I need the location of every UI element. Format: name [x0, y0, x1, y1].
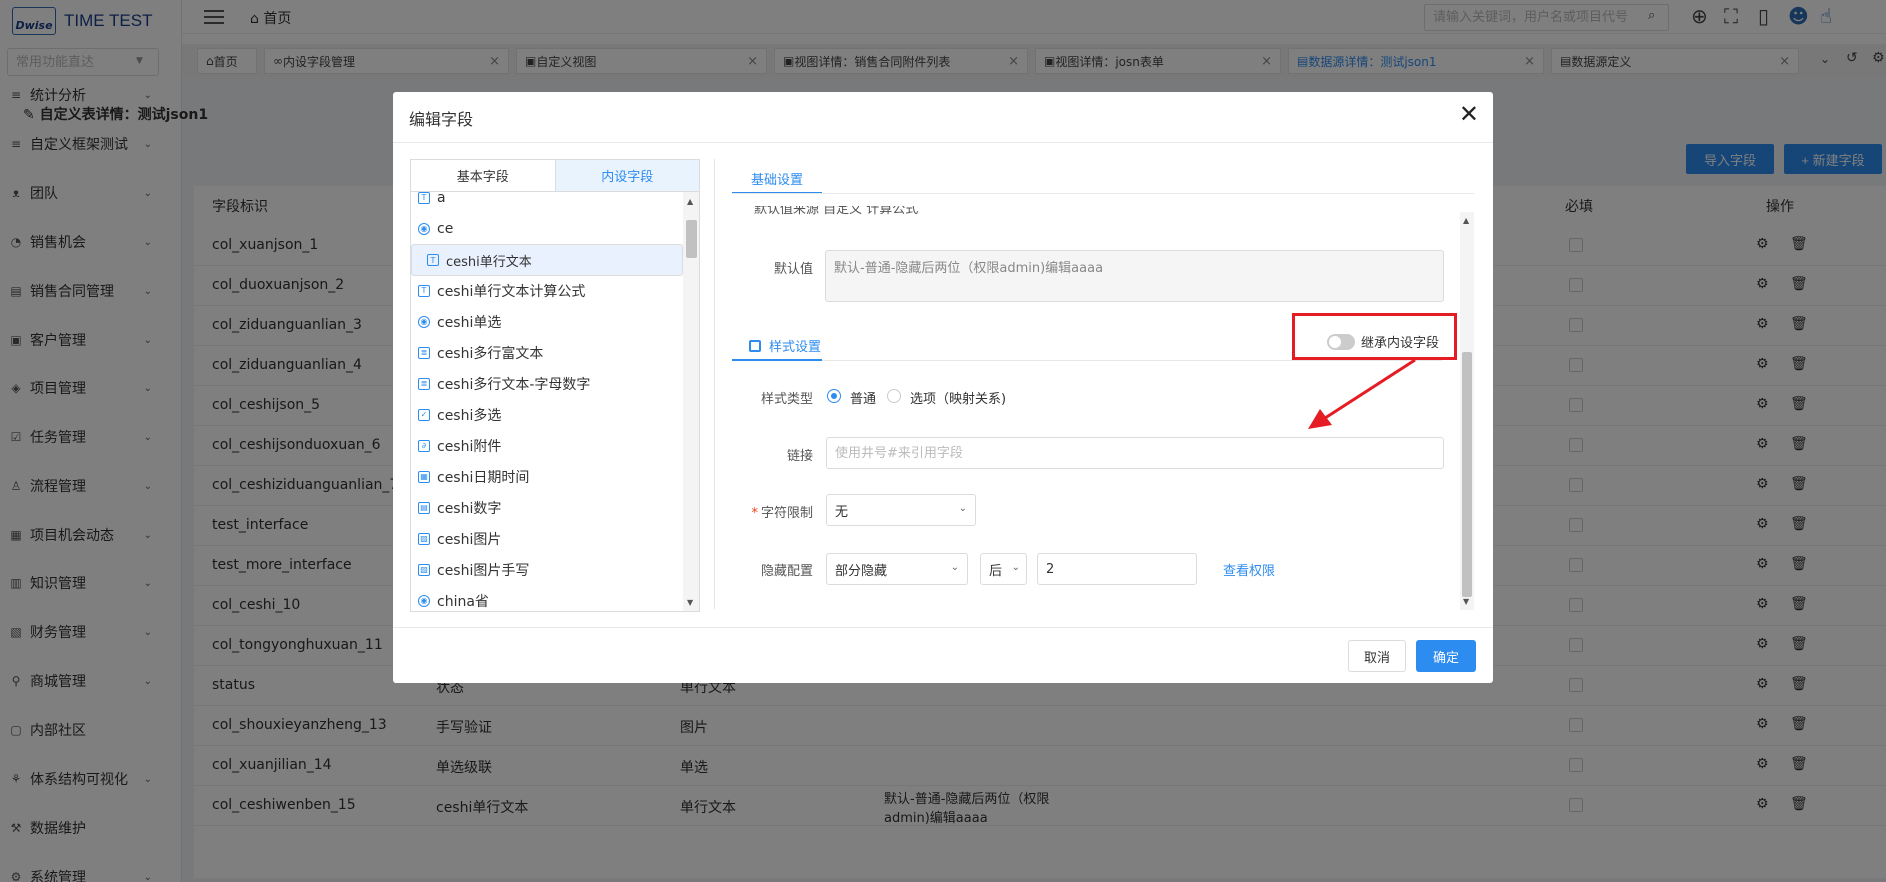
scroll-up-icon[interactable]: ▲ [1463, 216, 1469, 225]
builtin-field-label: ceshi多行富文本 [437, 345, 544, 362]
builtin-field-item[interactable]: ✓ ceshi多选 [411, 399, 683, 430]
scroll-thumb[interactable] [686, 220, 697, 258]
chevron-down-icon: ⌄ [950, 562, 959, 573]
radio-normal-label: 普通 [850, 392, 877, 407]
builtin-field-label: ceshi单选 [437, 314, 502, 331]
scroll-down-icon[interactable]: ▼ [1463, 597, 1469, 606]
builtin-field-label: ceshi图片 [437, 531, 502, 548]
section-title: 样式设置 [769, 340, 822, 355]
char-limit-label-text: 字符限制 [760, 506, 813, 521]
builtin-field-item[interactable]: ◉ ceshi单选 [411, 306, 683, 337]
partial-row-text: 默认值来源 自定义 计算公式 [754, 206, 919, 217]
settings-scrollbar[interactable]: ▲ ▼ [1460, 212, 1474, 610]
dialog-title: 编辑字段 [409, 110, 474, 129]
hide-mode-select[interactable]: 部分隐藏 ⌄ [826, 553, 968, 585]
radio-icon: ◉ [418, 594, 430, 607]
scroll-down-icon[interactable]: ▼ [687, 598, 693, 607]
number-icon: ▤ [418, 501, 430, 514]
scroll-thumb[interactable] [1462, 352, 1472, 597]
builtin-field-item[interactable]: Tceshi单行文本计算公式 [411, 275, 683, 306]
text-icon: T [418, 284, 430, 297]
attachment-icon: ∂ [418, 439, 430, 452]
builtin-field-item[interactable]: ◉ ce [411, 213, 683, 244]
section-underline [732, 359, 822, 361]
builtin-field-label: ceshi多选 [437, 407, 502, 424]
highlight-box [1292, 313, 1457, 360]
tab-basic-settings[interactable]: 基础设置 [732, 164, 822, 194]
radio-icon: ◉ [418, 315, 430, 328]
hide-direction-select[interactable]: 后 ⌄ [980, 553, 1027, 585]
list-scrollbar[interactable]: ▲ ▼ [683, 192, 699, 611]
radio-options-mapping[interactable] [887, 389, 901, 403]
hide-count-input[interactable] [1037, 553, 1197, 585]
builtin-field-item[interactable]: ▤ ceshi数字 [411, 492, 683, 523]
builtin-field-list: Ta ◉ ce Tceshi单行文本 Tceshi单行文本计算公式 ◉ ceshi单选 ≣ ce… [410, 192, 700, 612]
chevron-down-icon: ⌄ [958, 503, 967, 514]
hide-direction-value: 后 [989, 563, 1003, 579]
builtin-field-item[interactable]: ▦ ceshi日期时间 [411, 461, 683, 492]
close-icon[interactable]: ✕ [1459, 100, 1479, 128]
link-label: 链接 [786, 449, 813, 464]
text-icon: T [427, 254, 439, 266]
divider [732, 193, 1474, 194]
annotation-arrow [1308, 358, 1416, 429]
builtin-field-label: ceshi单行文本计算公式 [437, 283, 586, 300]
scroll-up-icon[interactable]: ▲ [687, 197, 693, 206]
image-icon: ▨ [418, 532, 430, 545]
builtin-field-item[interactable]: ∂ ceshi附件 [411, 430, 683, 461]
builtin-field-item[interactable]: ▨ ceshi图片手写 [411, 554, 683, 585]
field-source-tabs: 基本字段 内设字段 [410, 159, 700, 192]
arrow-line [1321, 358, 1416, 422]
partial-default-source-row: 默认值来源 自定义 计算公式 [732, 206, 1452, 218]
chevron-down-icon: ⌄ [1011, 562, 1020, 573]
builtin-field-label: ceshi单行文本 [446, 254, 532, 270]
calendar-icon: ▦ [418, 470, 430, 483]
radio-icon: ◉ [418, 222, 430, 235]
style-settings-section: 样式设置 [749, 336, 821, 355]
image-icon: ▨ [418, 563, 430, 576]
builtin-field-label: ce [437, 220, 454, 237]
view-permissions-link[interactable]: 查看权限 [1223, 560, 1275, 579]
radio-normal[interactable] [827, 389, 841, 403]
hide-mode-value: 部分隐藏 [835, 563, 888, 579]
builtin-field-item[interactable]: ◉ china省 [411, 585, 683, 611]
default-value-label: 默认值 [773, 262, 813, 277]
builtin-field-label: ceshi附件 [437, 438, 502, 455]
char-limit-select[interactable]: 无 ⌄ [826, 494, 976, 526]
link-input[interactable] [826, 437, 1444, 469]
divider [393, 627, 1493, 628]
style-type-label: 样式类型 [760, 392, 813, 407]
hide-config-label: 隐藏配置 [760, 564, 813, 579]
tab-builtin-fields[interactable]: 内设字段 [554, 160, 699, 191]
builtin-field-item[interactable]: ≣ ceshi多行文本-字母数字 [411, 368, 683, 399]
arrow-head [1308, 409, 1332, 429]
divider [714, 159, 715, 609]
divider [393, 142, 1493, 143]
char-limit-label: * 字符限制 [751, 506, 813, 521]
tab-basic-fields[interactable]: 基本字段 [411, 160, 555, 191]
builtin-field-item[interactable]: ≣ ceshi多行富文本 [411, 337, 683, 368]
builtin-field-label: ceshi日期时间 [437, 469, 530, 486]
checkbox-icon: ✓ [418, 408, 430, 421]
char-limit-value: 无 [835, 504, 849, 520]
cancel-button[interactable]: 取消 [1348, 640, 1406, 672]
default-value-textarea[interactable]: 默认-普通-隐藏后两位（权限admin)编辑aaaa [825, 250, 1444, 302]
radio-options-label: 选项（映射关系) [910, 392, 1007, 407]
builtin-field-label: china省 [437, 593, 489, 610]
richtext-icon: ≣ [418, 377, 430, 390]
richtext-icon: ≣ [418, 346, 430, 359]
builtin-field-item[interactable]: ▨ ceshi图片 [411, 523, 683, 554]
builtin-field-item[interactable]: Tceshi单行文本 [411, 244, 683, 276]
builtin-field-label: a [437, 192, 446, 206]
builtin-field-label: ceshi数字 [437, 500, 502, 517]
text-icon: T [418, 192, 430, 204]
confirm-button[interactable]: 确定 [1416, 640, 1476, 672]
builtin-field-item[interactable]: Ta [411, 192, 683, 213]
settings-icon [749, 339, 761, 352]
builtin-field-label: ceshi图片手写 [437, 562, 530, 579]
builtin-field-label: ceshi多行文本-字母数字 [437, 376, 591, 393]
